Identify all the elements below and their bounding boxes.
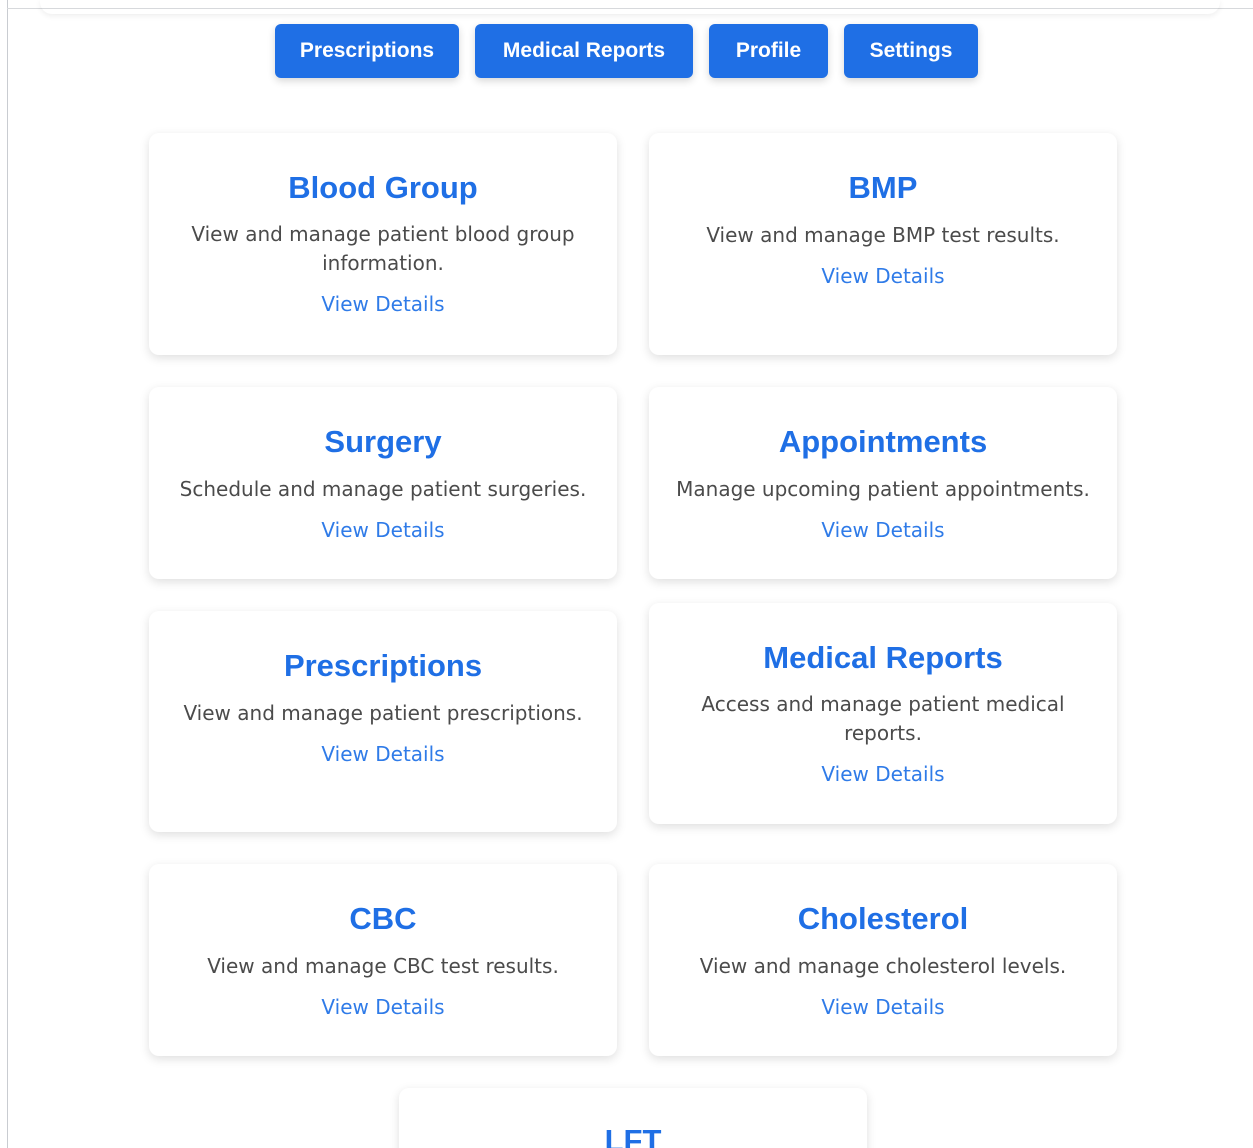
appointments-description: Manage upcoming patient appointments. — [676, 477, 1090, 501]
profile-nav-label: Profile — [735, 39, 802, 62]
medical-reports-description: Access and manage patient medical report… — [701, 692, 1065, 745]
blood-group-description: View and manage patient blood group info… — [191, 222, 575, 275]
appointments-card: Appointments Manage upcoming patient app… — [649, 387, 1117, 579]
lft-card: LFT — [399, 1088, 867, 1148]
blood-group-title: Blood Group — [288, 170, 478, 205]
page-viewport: Prescriptions Medical Reports Profile Se… — [0, 0, 1253, 1148]
surgery-title: Surgery — [324, 424, 442, 459]
cholesterol-view-details-link[interactable]: View Details — [821, 993, 944, 1021]
bmp-title: BMP — [848, 170, 918, 205]
appointments-view-details-link[interactable]: View Details — [821, 516, 944, 544]
lft-title: LFT — [604, 1123, 662, 1148]
cbc-card: CBC View and manage CBC test results. Vi… — [149, 864, 617, 1056]
cbc-view-details-link[interactable]: View Details — [321, 993, 444, 1021]
bmp-card: BMP View and manage BMP test results. Vi… — [649, 133, 1117, 355]
prescriptions-nav-label: Prescriptions — [299, 39, 435, 62]
faded-header-area — [40, 0, 1220, 14]
surgery-description: Schedule and manage patient surgeries. — [179, 477, 587, 501]
left-page-border — [7, 0, 8, 1148]
cbc-description: View and manage CBC test results. — [207, 954, 559, 978]
blood-group-view-details-link[interactable]: View Details — [321, 290, 444, 318]
surgery-card: Surgery Schedule and manage patient surg… — [149, 387, 617, 579]
cholesterol-title: Cholesterol — [797, 901, 969, 936]
prescriptions-card: Prescriptions View and manage patient pr… — [149, 611, 617, 832]
medical-reports-nav-button[interactable]: Medical Reports — [475, 24, 693, 78]
prescriptions-description: View and manage patient prescriptions. — [183, 701, 583, 725]
medical-reports-card: Medical Reports Access and manage patien… — [649, 603, 1117, 824]
cholesterol-description: View and manage cholesterol levels. — [699, 954, 1067, 978]
main-navigation: Prescriptions Medical Reports Profile Se… — [0, 24, 1253, 78]
cholesterol-card: Cholesterol View and manage cholesterol … — [649, 864, 1117, 1056]
cbc-title: CBC — [349, 901, 417, 936]
bmp-description: View and manage BMP test results. — [706, 223, 1060, 247]
blood-group-card: Blood Group View and manage patient bloo… — [149, 133, 617, 355]
profile-nav-button[interactable]: Profile — [709, 24, 828, 78]
settings-nav-label: Settings — [869, 39, 953, 62]
prescriptions-nav-button[interactable]: Prescriptions — [275, 24, 459, 78]
prescriptions-title: Prescriptions — [283, 648, 483, 683]
settings-nav-button[interactable]: Settings — [844, 24, 978, 78]
medical-reports-nav-label: Medical Reports — [502, 39, 666, 62]
appointments-title: Appointments — [778, 424, 988, 459]
medical-reports-view-details-link[interactable]: View Details — [821, 760, 944, 788]
medical-reports-title: Medical Reports — [763, 640, 1003, 675]
surgery-view-details-link[interactable]: View Details — [321, 516, 444, 544]
prescriptions-view-details-link[interactable]: View Details — [321, 740, 444, 768]
bmp-view-details-link[interactable]: View Details — [821, 262, 944, 290]
